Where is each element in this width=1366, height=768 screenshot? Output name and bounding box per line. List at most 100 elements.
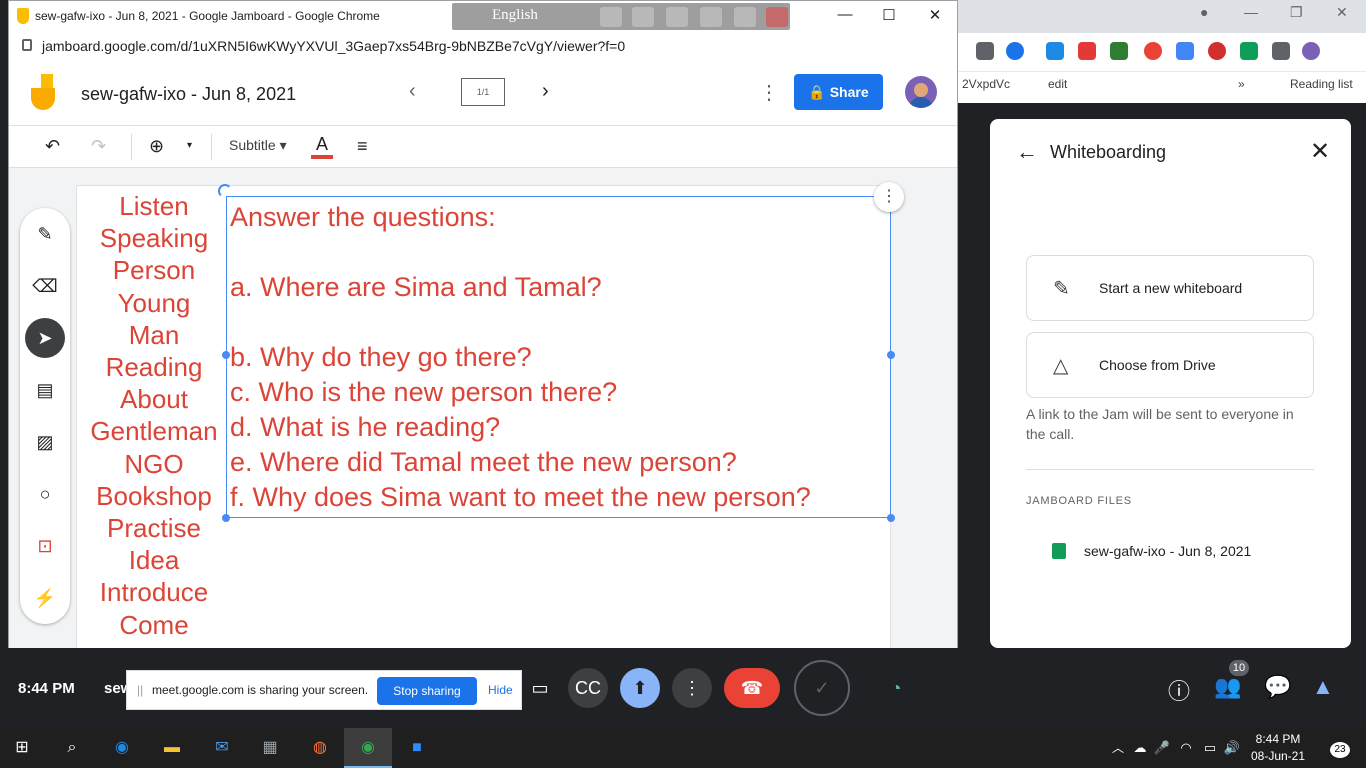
redo-icon[interactable]: ↷ [91,136,106,157]
extension-icon[interactable] [1078,42,1096,60]
leave-call-button[interactable]: ☎ [724,668,780,708]
rotate-handle[interactable] [218,184,232,198]
puzzle-icon[interactable] [1272,42,1290,60]
camera-icon[interactable] [976,42,994,60]
laser-icon[interactable]: ⚡ [25,578,65,618]
windows-start-icon[interactable]: ⊞ [10,736,34,760]
select-icon[interactable]: ➤ [25,318,65,358]
text-box-icon[interactable]: ⊡ [25,526,65,566]
close-icon[interactable]: ✕ [1310,137,1330,166]
sharing-message: meet.google.com is sharing your screen. [152,683,369,697]
url-text[interactable]: jamboard.google.com/d/1uXRN5I6wKWyYXVUl_… [42,38,625,54]
file-explorer-icon[interactable]: ▬ [160,736,184,760]
share-button[interactable]: 🔒 Share [794,74,883,110]
more-options-icon[interactable]: ⋮ [759,80,779,105]
shield-icon[interactable] [1046,42,1064,60]
store-icon[interactable]: ▦ [258,736,282,760]
resize-handle[interactable] [887,514,895,522]
chevron-down-icon[interactable]: ▾ [187,140,192,151]
start-new-whiteboard-button[interactable]: ✎ Start a new whiteboard [1026,255,1314,321]
volume-icon[interactable]: 🔊 [1220,736,1244,760]
globe-icon[interactable] [700,7,722,27]
close-icon[interactable]: ✕ [925,6,945,24]
avatar[interactable] [905,76,937,108]
firefox-icon[interactable]: ◍ [308,736,332,760]
settings-icon[interactable] [666,7,688,27]
minimize-icon[interactable]: — [1244,4,1258,20]
panel-note: A link to the Jam will be sent to everyo… [1026,406,1294,442]
zoom-app-icon[interactable]: ■ [405,736,429,760]
activities-shapes-icon[interactable]: ▲ [1312,674,1334,700]
resize-handle[interactable] [222,351,230,359]
eraser-icon[interactable]: ⌫ [25,266,65,306]
keyboard-icon[interactable] [600,7,622,27]
extension-icon[interactable] [1208,42,1226,60]
microphone-icon[interactable]: 🎤 [1150,736,1174,760]
check-icon[interactable] [1240,42,1258,60]
document-title[interactable]: sew-gafw-ixo - Jun 8, 2021 [81,84,296,105]
resize-handle[interactable] [222,514,230,522]
restore-icon[interactable]: ❐ [1290,4,1303,21]
questions-text[interactable]: Answer the questions: a. Where are Sima … [230,200,890,515]
extension-icon[interactable] [1110,42,1128,60]
pen-icon[interactable]: ✎ [25,214,65,254]
camera-icon[interactable]: ▭ [520,668,560,708]
more-options-icon[interactable]: ⋮ [874,182,904,212]
align-icon[interactable]: ≡ [357,136,368,157]
profile-icon[interactable]: ● [1200,4,1208,20]
close-icon[interactable] [766,7,788,27]
image-icon[interactable]: ▨ [25,422,65,462]
mouse-icon[interactable] [632,7,654,27]
hide-button[interactable]: Hide [488,683,513,697]
visibility-off-icon[interactable]: ◔ [876,668,916,708]
search-icon[interactable]: ⌕ [60,736,84,760]
edge-icon[interactable]: ◉ [110,736,134,760]
clock[interactable]: 8:44 PM 08-Jun-21 [1250,731,1306,765]
language-label[interactable]: English [492,7,538,24]
chat-icon[interactable]: 💬 [1264,674,1291,700]
chevron-right-icon[interactable]: » [1238,77,1245,91]
zoom-icon[interactable]: ⊕ [149,136,164,157]
minimize-icon[interactable]: — [835,6,855,23]
address-bar[interactable]: jamboard.google.com/d/1uXRN5I6wKWyYXVUl_… [9,32,957,60]
reading-list[interactable]: Reading list [1290,77,1353,91]
help-icon[interactable] [734,7,756,27]
vocabulary-word: Introduce [99,577,209,608]
next-frame-icon[interactable]: › [542,80,549,103]
previous-frame-icon[interactable]: ‹ [409,80,416,103]
font-style-dropdown[interactable]: Subtitle ▾ [229,137,287,154]
close-icon[interactable]: ✕ [1336,4,1348,21]
stop-sharing-button[interactable]: Stop sharing [377,677,477,705]
mail-icon[interactable]: ✉ [210,736,234,760]
sticky-note-icon[interactable]: ▤ [25,370,65,410]
wifi-icon[interactable]: ◠ [1174,736,1198,760]
activities-icon[interactable]: ✓ [794,660,850,716]
bookmark-item[interactable]: 2VxpdVc [962,77,1010,91]
people-icon[interactable]: 👥 [1214,674,1241,700]
avatar[interactable] [1302,42,1320,60]
vocabulary-list[interactable]: Listen Speaking Person Young Man Reading… [79,190,229,641]
undo-icon[interactable]: ↶ [45,136,60,157]
info-icon[interactable]: ⓘ [1168,674,1190,706]
bookmark-item[interactable]: edit [1048,77,1067,91]
frame-indicator[interactable]: 1/1 [461,78,505,106]
present-icon[interactable]: ⬆ [620,668,660,708]
star-icon[interactable] [1006,42,1024,60]
back-arrow-icon[interactable]: ← [1016,139,1038,165]
jamboard-file-item[interactable]: sew-gafw-ixo - Jun 8, 2021 [1052,541,1312,565]
chevron-up-icon[interactable]: ︿ [1106,736,1130,760]
jam-frame[interactable]: Listen Speaking Person Young Man Reading… [76,182,904,661]
battery-icon[interactable]: ▭ [1198,736,1222,760]
choose-from-drive-button[interactable]: △ Choose from Drive [1026,332,1314,398]
more-options-icon[interactable]: ⋮ [672,668,712,708]
drag-handle-icon[interactable]: || [137,683,143,697]
captions-icon[interactable]: CC [568,668,608,708]
shape-icon[interactable]: ○ [25,474,65,514]
extension-icon[interactable] [1176,42,1194,60]
notification-count[interactable]: 23 [1330,742,1350,758]
maximize-icon[interactable]: ☐ [879,6,899,24]
cloud-icon[interactable]: ☁ [1128,736,1152,760]
record-icon[interactable] [1144,42,1162,60]
text-color-button[interactable]: A [311,134,333,159]
language-bar: English [452,3,790,30]
